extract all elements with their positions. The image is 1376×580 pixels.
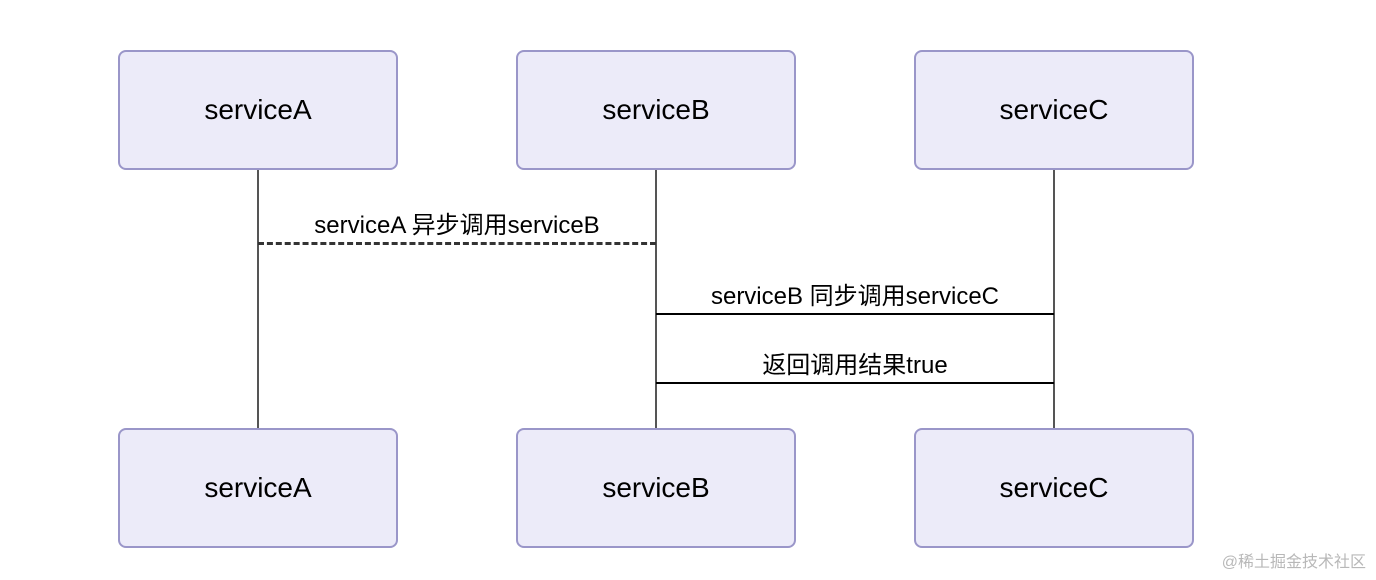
participant-service-c-top: serviceC	[914, 50, 1194, 170]
watermark: @稀土掘金技术社区	[1222, 548, 1366, 572]
participant-service-c-bottom: serviceC	[914, 428, 1194, 548]
participant-label: serviceB	[602, 94, 709, 126]
participant-label: serviceC	[1000, 472, 1109, 504]
participant-label: serviceA	[204, 472, 311, 504]
sequence-diagram: serviceA serviceB serviceC serviceA 异步调用…	[0, 0, 1376, 580]
participant-service-b-top: serviceB	[516, 50, 796, 170]
participant-service-a-top: serviceA	[118, 50, 398, 170]
participant-label: serviceA	[204, 94, 311, 126]
message-line-async-call	[258, 242, 656, 245]
participant-label: serviceC	[1000, 94, 1109, 126]
participant-label: serviceB	[602, 472, 709, 504]
message-label-return: 返回调用结果true	[656, 345, 1054, 380]
message-line-return	[656, 382, 1054, 384]
message-line-sync-call	[656, 313, 1054, 315]
message-label-sync-call: serviceB 同步调用serviceC	[656, 276, 1054, 311]
message-label-async-call: serviceA 异步调用serviceB	[258, 205, 656, 240]
participant-service-b-bottom: serviceB	[516, 428, 796, 548]
participant-service-a-bottom: serviceA	[118, 428, 398, 548]
